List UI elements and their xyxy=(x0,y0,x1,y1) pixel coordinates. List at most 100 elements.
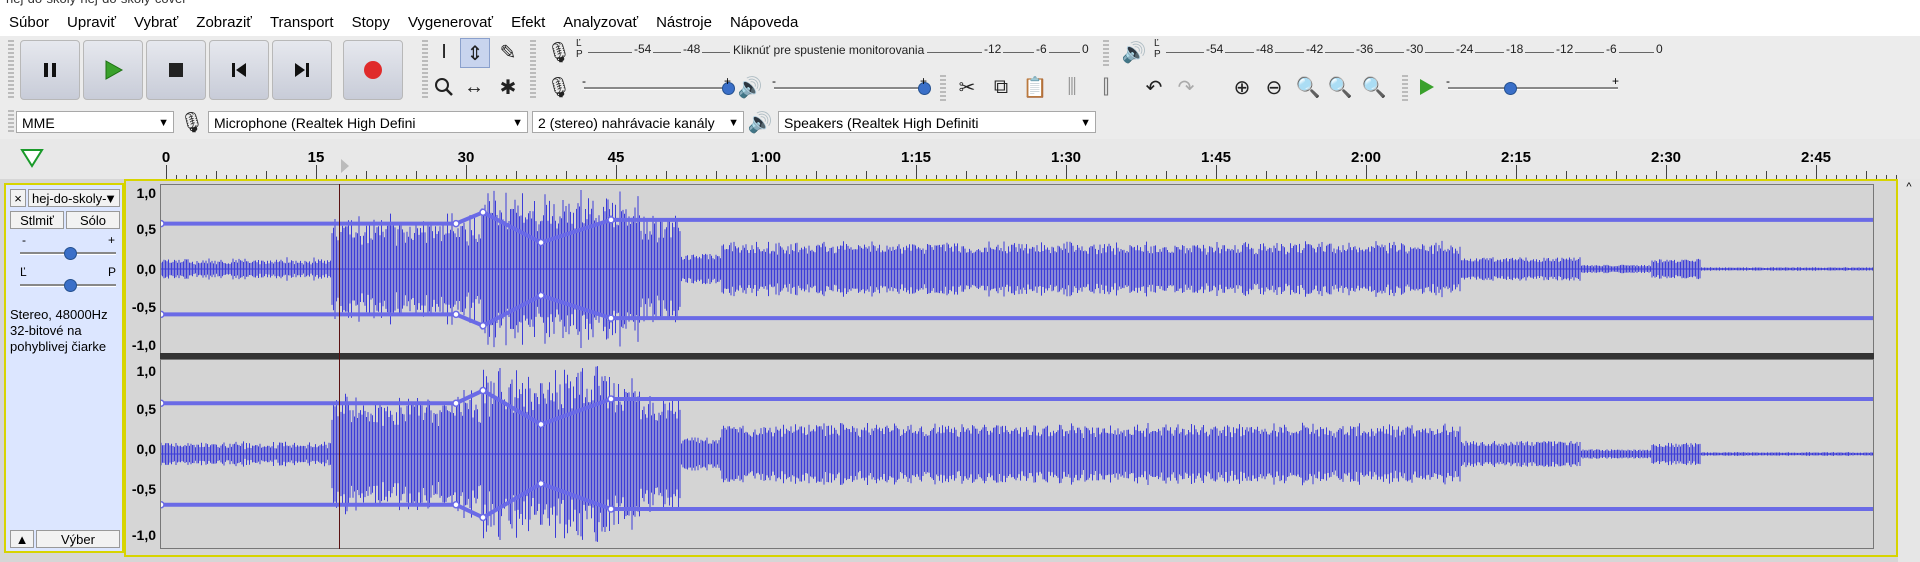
tools-grip[interactable] xyxy=(422,40,428,100)
play-head-triangle-icon[interactable] xyxy=(20,147,46,169)
meter-tick: -6 xyxy=(1604,42,1619,56)
play-at-speed-button[interactable] xyxy=(1412,73,1440,101)
menu-select[interactable]: Vybrať xyxy=(125,14,187,31)
envelope-point[interactable] xyxy=(161,311,164,317)
playback-speed-slider[interactable]: - + xyxy=(1448,78,1618,96)
envelope-point[interactable] xyxy=(161,221,164,227)
zoom-out-button[interactable]: ⊖ xyxy=(1260,73,1288,101)
selection-tool[interactable]: I xyxy=(430,38,458,66)
record-meter-button[interactable]: 🎙 xyxy=(545,38,573,66)
solo-button[interactable]: Sólo xyxy=(66,211,120,229)
pan-knob[interactable] xyxy=(64,279,77,292)
meter-grip[interactable] xyxy=(1103,40,1109,66)
record-button[interactable] xyxy=(343,40,403,100)
zoom-toggle-button[interactable]: 🔍 xyxy=(1360,73,1388,101)
paste-button[interactable]: 📋 xyxy=(1021,73,1049,101)
playback-volume-slider[interactable]: - + xyxy=(774,78,926,96)
copy-button[interactable]: ⧉ xyxy=(987,73,1015,101)
monitoring-hint[interactable]: Kliknúť pre spustenie monitorovania xyxy=(730,43,927,57)
device-grip[interactable] xyxy=(8,110,14,134)
gain-knob[interactable] xyxy=(64,247,77,260)
envelope-point[interactable] xyxy=(608,217,614,223)
waveform-channel-left[interactable] xyxy=(160,184,1874,354)
trim-button[interactable]: ⫼ xyxy=(1058,73,1086,101)
select-track-button[interactable]: Výber xyxy=(36,530,120,548)
menu-effect[interactable]: Efekt xyxy=(502,14,554,31)
envelope-point[interactable] xyxy=(480,323,486,329)
record-volume-slider[interactable]: - + xyxy=(584,78,730,96)
track-control-panel[interactable]: × hej-do-skoly- ▼ Stlmiť Sólo - + Ľ P Ste… xyxy=(4,183,124,553)
mute-button[interactable]: Stlmiť xyxy=(10,211,64,229)
cut-button[interactable]: ✂ xyxy=(953,73,981,101)
recording-device-select[interactable]: Microphone (Realtek High Defini ▼ xyxy=(208,111,528,133)
multi-tool[interactable]: ✱ xyxy=(494,73,522,101)
envelope-tool[interactable]: ⇕ xyxy=(460,38,490,68)
pause-button[interactable] xyxy=(20,40,80,100)
envelope-point[interactable] xyxy=(480,388,486,394)
envelope-point[interactable] xyxy=(480,514,486,520)
ruler-tick xyxy=(466,165,467,179)
envelope-point[interactable] xyxy=(453,311,459,317)
speed-grip[interactable] xyxy=(1402,75,1408,101)
menu-file[interactable]: Súbor xyxy=(0,14,58,31)
menu-view[interactable]: Zobraziť xyxy=(187,14,261,31)
slider-knob[interactable] xyxy=(1504,82,1517,95)
envelope-point[interactable] xyxy=(453,221,459,227)
timeline-ruler[interactable]: 0 15 30 45 1:00 1:15 1:30 1:45 2:00 2:15 2:30 2:45 xyxy=(0,139,1920,180)
edit-grip[interactable] xyxy=(940,75,946,101)
scroll-up-icon[interactable]: ^ xyxy=(1898,179,1920,193)
collapse-track-button[interactable]: ▲ xyxy=(10,530,34,548)
envelope-point[interactable] xyxy=(538,481,544,487)
envelope-point[interactable] xyxy=(538,292,544,298)
vertical-scrollbar[interactable]: ^ xyxy=(1898,179,1920,562)
envelope-point[interactable] xyxy=(453,400,459,406)
envelope-point[interactable] xyxy=(538,421,544,427)
track-area: × hej-do-skoly- ▼ Stlmiť Sólo - + Ľ P Ste… xyxy=(0,179,1920,562)
vertical-ruler-left-channel[interactable]: 1,0 0,5 0,0 -0,5 -1,0 xyxy=(124,181,158,351)
envelope-point[interactable] xyxy=(453,502,459,508)
menu-tracks[interactable]: Stopy xyxy=(343,14,399,31)
record-meter[interactable]: ĽP -54 -48 Kliknúť pre spustenie monitor… xyxy=(574,38,1094,64)
menu-help[interactable]: Nápoveda xyxy=(721,14,807,31)
zoom-tool[interactable] xyxy=(430,73,458,101)
menu-generate[interactable]: Vygenerovať xyxy=(399,14,502,31)
menu-edit[interactable]: Upraviť xyxy=(58,14,125,31)
vertical-ruler-right-channel[interactable]: 1,0 0,5 0,0 -0,5 -1,0 xyxy=(124,359,158,549)
gain-slider[interactable]: - + xyxy=(20,243,116,261)
draw-tool[interactable]: ✎ xyxy=(494,38,522,66)
fit-selection-button[interactable]: 🔍 xyxy=(1294,73,1322,101)
undo-button[interactable]: ↶ xyxy=(1140,73,1168,101)
toolbar-grip[interactable] xyxy=(8,40,14,100)
envelope-point[interactable] xyxy=(538,240,544,246)
play-button[interactable] xyxy=(83,40,143,100)
envelope-point[interactable] xyxy=(608,315,614,321)
menu-tools[interactable]: Nástroje xyxy=(647,14,721,31)
silence-button[interactable]: ⫿ xyxy=(1092,73,1120,101)
envelope-point[interactable] xyxy=(480,209,486,215)
audio-host-select[interactable]: MME ▼ xyxy=(16,111,174,133)
menu-analyze[interactable]: Analyzovať xyxy=(554,14,647,31)
playback-device-select[interactable]: Speakers (Realtek High Definiti ▼ xyxy=(778,111,1096,133)
pan-slider[interactable]: Ľ P xyxy=(20,275,116,293)
skip-to-start-button[interactable] xyxy=(209,40,269,100)
close-track-button[interactable]: × xyxy=(10,189,26,207)
waveform-channel-right[interactable] xyxy=(160,359,1874,549)
envelope-point[interactable] xyxy=(608,396,614,402)
skip-to-end-button[interactable] xyxy=(272,40,332,100)
zoom-in-button[interactable]: ⊕ xyxy=(1228,73,1256,101)
playback-meter[interactable]: ĽP -54 -48 -42 -36 -30 -24 -18 -12 -6 0 xyxy=(1152,38,1668,64)
envelope-point[interactable] xyxy=(161,502,164,508)
play-meter-button[interactable]: 🔊 xyxy=(1120,38,1148,66)
track-name-menu[interactable]: hej-do-skoly- ▼ xyxy=(28,189,120,207)
meter-grip[interactable] xyxy=(530,40,536,100)
microphone-label-icon: 🎙 xyxy=(178,108,206,136)
envelope-point[interactable] xyxy=(161,400,164,406)
recording-channels-select[interactable]: 2 (stereo) nahrávacie kanály ▼ xyxy=(532,111,744,133)
menu-transport[interactable]: Transport xyxy=(261,14,343,31)
time-shift-tool[interactable]: ↔ xyxy=(460,73,488,101)
fit-project-button[interactable]: 🔍 xyxy=(1326,73,1354,101)
stop-button[interactable] xyxy=(146,40,206,100)
meter-tick: 0 xyxy=(1654,42,1665,56)
envelope-point[interactable] xyxy=(608,506,614,512)
redo-button[interactable]: ↷ xyxy=(1172,73,1200,101)
